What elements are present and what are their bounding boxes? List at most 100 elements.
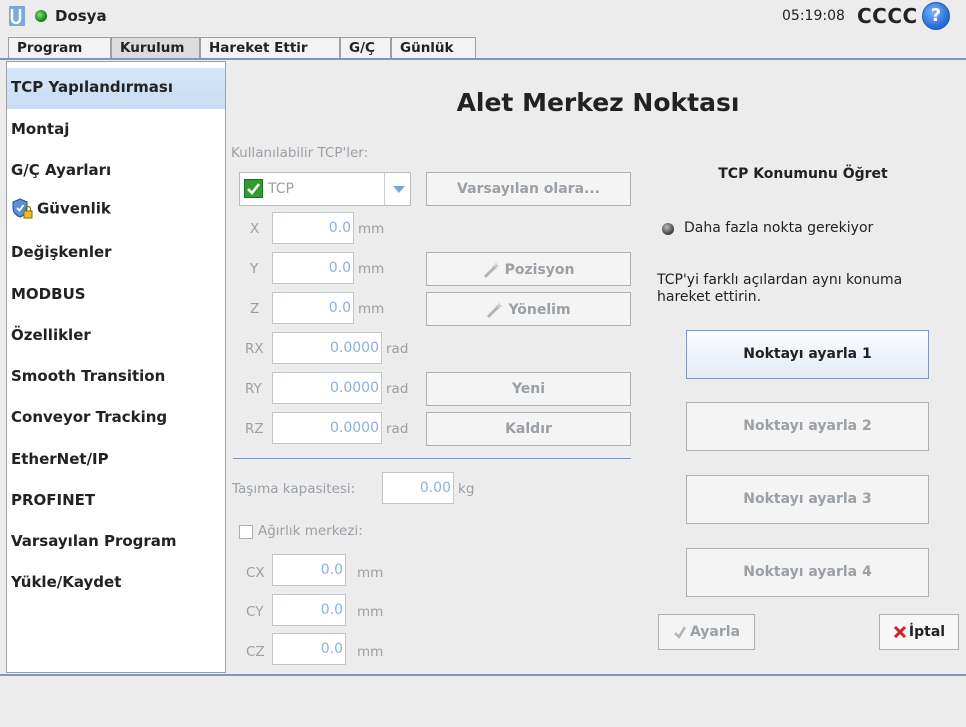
cancel-button[interactable]: İptal bbox=[879, 614, 959, 650]
section-divider bbox=[233, 458, 631, 459]
payload-field[interactable]: 0.00 bbox=[382, 472, 454, 504]
sidebar-item-tcp[interactable]: TCP Yapılandırması bbox=[7, 68, 225, 109]
ry-field[interactable]: 0.0000 bbox=[272, 372, 382, 404]
rx-field[interactable]: 0.0000 bbox=[272, 332, 382, 364]
sidebar-item-label: Değişkenler bbox=[11, 243, 112, 261]
sidebar-item-label: PROFINET bbox=[11, 491, 96, 509]
sidebar-item-io-settings[interactable]: G/Ç Ayarları bbox=[7, 151, 225, 192]
sidebar-item-label: Montaj bbox=[11, 120, 70, 138]
set-point-2-button[interactable]: Noktayı ayarla 2 bbox=[686, 402, 929, 451]
sidebar-item-label: Varsayılan Program bbox=[11, 532, 177, 550]
tab-gunluk[interactable]: Günlük bbox=[391, 37, 476, 59]
y-label: Y bbox=[250, 261, 259, 277]
ur-logo-icon bbox=[9, 6, 25, 26]
sidebar-item-montaj[interactable]: Montaj bbox=[7, 110, 225, 151]
check-icon bbox=[674, 626, 687, 640]
cancel-button-label: İptal bbox=[908, 624, 946, 640]
set-point-1-button[interactable]: Noktayı ayarla 1 bbox=[686, 330, 929, 379]
cy-field[interactable]: 0.0 bbox=[272, 594, 346, 626]
sidebar-item-ozellikler[interactable]: Özellikler bbox=[7, 316, 225, 357]
cy-label: CY bbox=[246, 604, 264, 620]
sidebar-item-degiskenler[interactable]: Değişkenler bbox=[7, 233, 225, 274]
footer bbox=[0, 676, 966, 727]
payload-label: Taşıma kapasitesi: bbox=[232, 481, 356, 497]
tab-program[interactable]: Program bbox=[8, 37, 111, 59]
cx-label: CX bbox=[246, 565, 265, 581]
sidebar-item-guvenlik[interactable]: Güvenlik bbox=[7, 191, 225, 232]
position-button[interactable]: Pozisyon bbox=[426, 252, 631, 286]
set-default-button[interactable]: Varsayılan olara... bbox=[426, 172, 631, 206]
tab-hareket-ettir[interactable]: Hareket Ettir bbox=[200, 37, 340, 59]
set-point-3-button[interactable]: Noktayı ayarla 3 bbox=[686, 475, 929, 524]
teach-hint: TCP'yi farklı açılardan aynı konuma hare… bbox=[657, 272, 903, 305]
sidebar-item-profinet[interactable]: PROFINET bbox=[7, 481, 225, 522]
chevron-down-icon[interactable] bbox=[384, 173, 411, 205]
file-menu[interactable]: Dosya bbox=[55, 7, 107, 25]
rx-label: RX bbox=[245, 341, 264, 357]
cz-label: CZ bbox=[246, 644, 265, 660]
new-tcp-button[interactable]: Yeni bbox=[426, 372, 631, 406]
sidebar-item-smooth-transition[interactable]: Smooth Transition bbox=[7, 357, 225, 398]
x-field[interactable]: 0.0 bbox=[272, 212, 354, 244]
ry-unit: rad bbox=[386, 381, 409, 397]
set-tcp-button[interactable]: Ayarla bbox=[658, 614, 755, 650]
set-tcp-button-label: Ayarla bbox=[689, 624, 741, 640]
status-indicator-icon bbox=[662, 223, 674, 235]
sidebar-item-conveyor-tracking[interactable]: Conveyor Tracking bbox=[7, 398, 225, 439]
teach-title: TCP Konumunu Öğret bbox=[718, 166, 888, 182]
tab-kurulum[interactable]: Kurulum bbox=[111, 37, 200, 59]
page-title: Alet Merkez Noktası bbox=[456, 88, 740, 117]
sidebar-item-label: MODBUS bbox=[11, 285, 86, 303]
ry-label: RY bbox=[245, 381, 262, 397]
tcp-select[interactable]: TCP bbox=[239, 172, 411, 206]
orientation-button-label: Yönelim bbox=[508, 302, 571, 318]
top-bar: Dosya 05:19:08 CCCC ? bbox=[0, 0, 966, 32]
sidebar-item-label: Conveyor Tracking bbox=[11, 408, 168, 426]
z-unit: mm bbox=[358, 301, 385, 317]
available-tcps-label: Kullanılabilir TCP'ler: bbox=[231, 145, 369, 161]
rz-field[interactable]: 0.0000 bbox=[272, 412, 382, 444]
clock: 05:19:08 bbox=[782, 8, 845, 24]
rz-unit: rad bbox=[386, 421, 409, 437]
sidebar-item-label: Güvenlik bbox=[37, 199, 111, 218]
cog-label: Ağırlık merkezi: bbox=[258, 523, 363, 539]
rz-label: RZ bbox=[245, 421, 264, 437]
file-status-icon bbox=[35, 10, 47, 22]
sidebar-item-label: TCP Yapılandırması bbox=[11, 78, 173, 96]
cz-field[interactable]: 0.0 bbox=[272, 633, 346, 665]
position-button-label: Pozisyon bbox=[504, 262, 575, 278]
sidebar-item-label: Özellikler bbox=[11, 326, 91, 344]
set-point-4-button[interactable]: Noktayı ayarla 4 bbox=[686, 548, 929, 597]
sidebar-item-modbus[interactable]: MODBUS bbox=[7, 275, 225, 316]
cx-field[interactable]: 0.0 bbox=[272, 554, 346, 586]
y-unit: mm bbox=[358, 261, 385, 277]
x-label: X bbox=[250, 221, 260, 237]
close-icon bbox=[893, 625, 906, 639]
sidebar-item-label: Smooth Transition bbox=[11, 367, 166, 385]
sidebar-item-label: EtherNet/IP bbox=[11, 450, 109, 468]
tab-divider bbox=[0, 58, 966, 60]
cog-checkbox[interactable] bbox=[239, 525, 253, 539]
help-button[interactable]: ? bbox=[922, 2, 950, 30]
z-label: Z bbox=[250, 301, 260, 317]
orientation-button[interactable]: Yönelim bbox=[426, 292, 631, 326]
rx-unit: rad bbox=[386, 341, 409, 357]
sidebar-item-ethernet-ip[interactable]: EtherNet/IP bbox=[7, 440, 225, 481]
x-unit: mm bbox=[358, 221, 385, 237]
tcp-select-value: TCP bbox=[268, 181, 294, 197]
check-icon bbox=[244, 179, 263, 198]
shield-lock-icon bbox=[12, 198, 33, 219]
sidebar-item-default-program[interactable]: Varsayılan Program bbox=[7, 522, 225, 563]
z-field[interactable]: 0.0 bbox=[272, 292, 354, 324]
cz-unit: mm bbox=[357, 644, 384, 660]
tab-gc[interactable]: G/Ç bbox=[340, 37, 391, 59]
sidebar: TCP Yapılandırması Montaj G/Ç Ayarları G… bbox=[6, 61, 226, 673]
remove-tcp-button[interactable]: Kaldır bbox=[426, 412, 631, 446]
sidebar-item-label: Yükle/Kaydet bbox=[11, 573, 122, 591]
magic-wand-icon bbox=[483, 262, 500, 279]
y-field[interactable]: 0.0 bbox=[272, 252, 354, 284]
magic-wand-icon bbox=[487, 302, 504, 319]
sidebar-item-load-save[interactable]: Yükle/Kaydet bbox=[7, 563, 225, 604]
payload-unit: kg bbox=[458, 481, 475, 497]
sidebar-item-label: G/Ç Ayarları bbox=[11, 161, 112, 179]
